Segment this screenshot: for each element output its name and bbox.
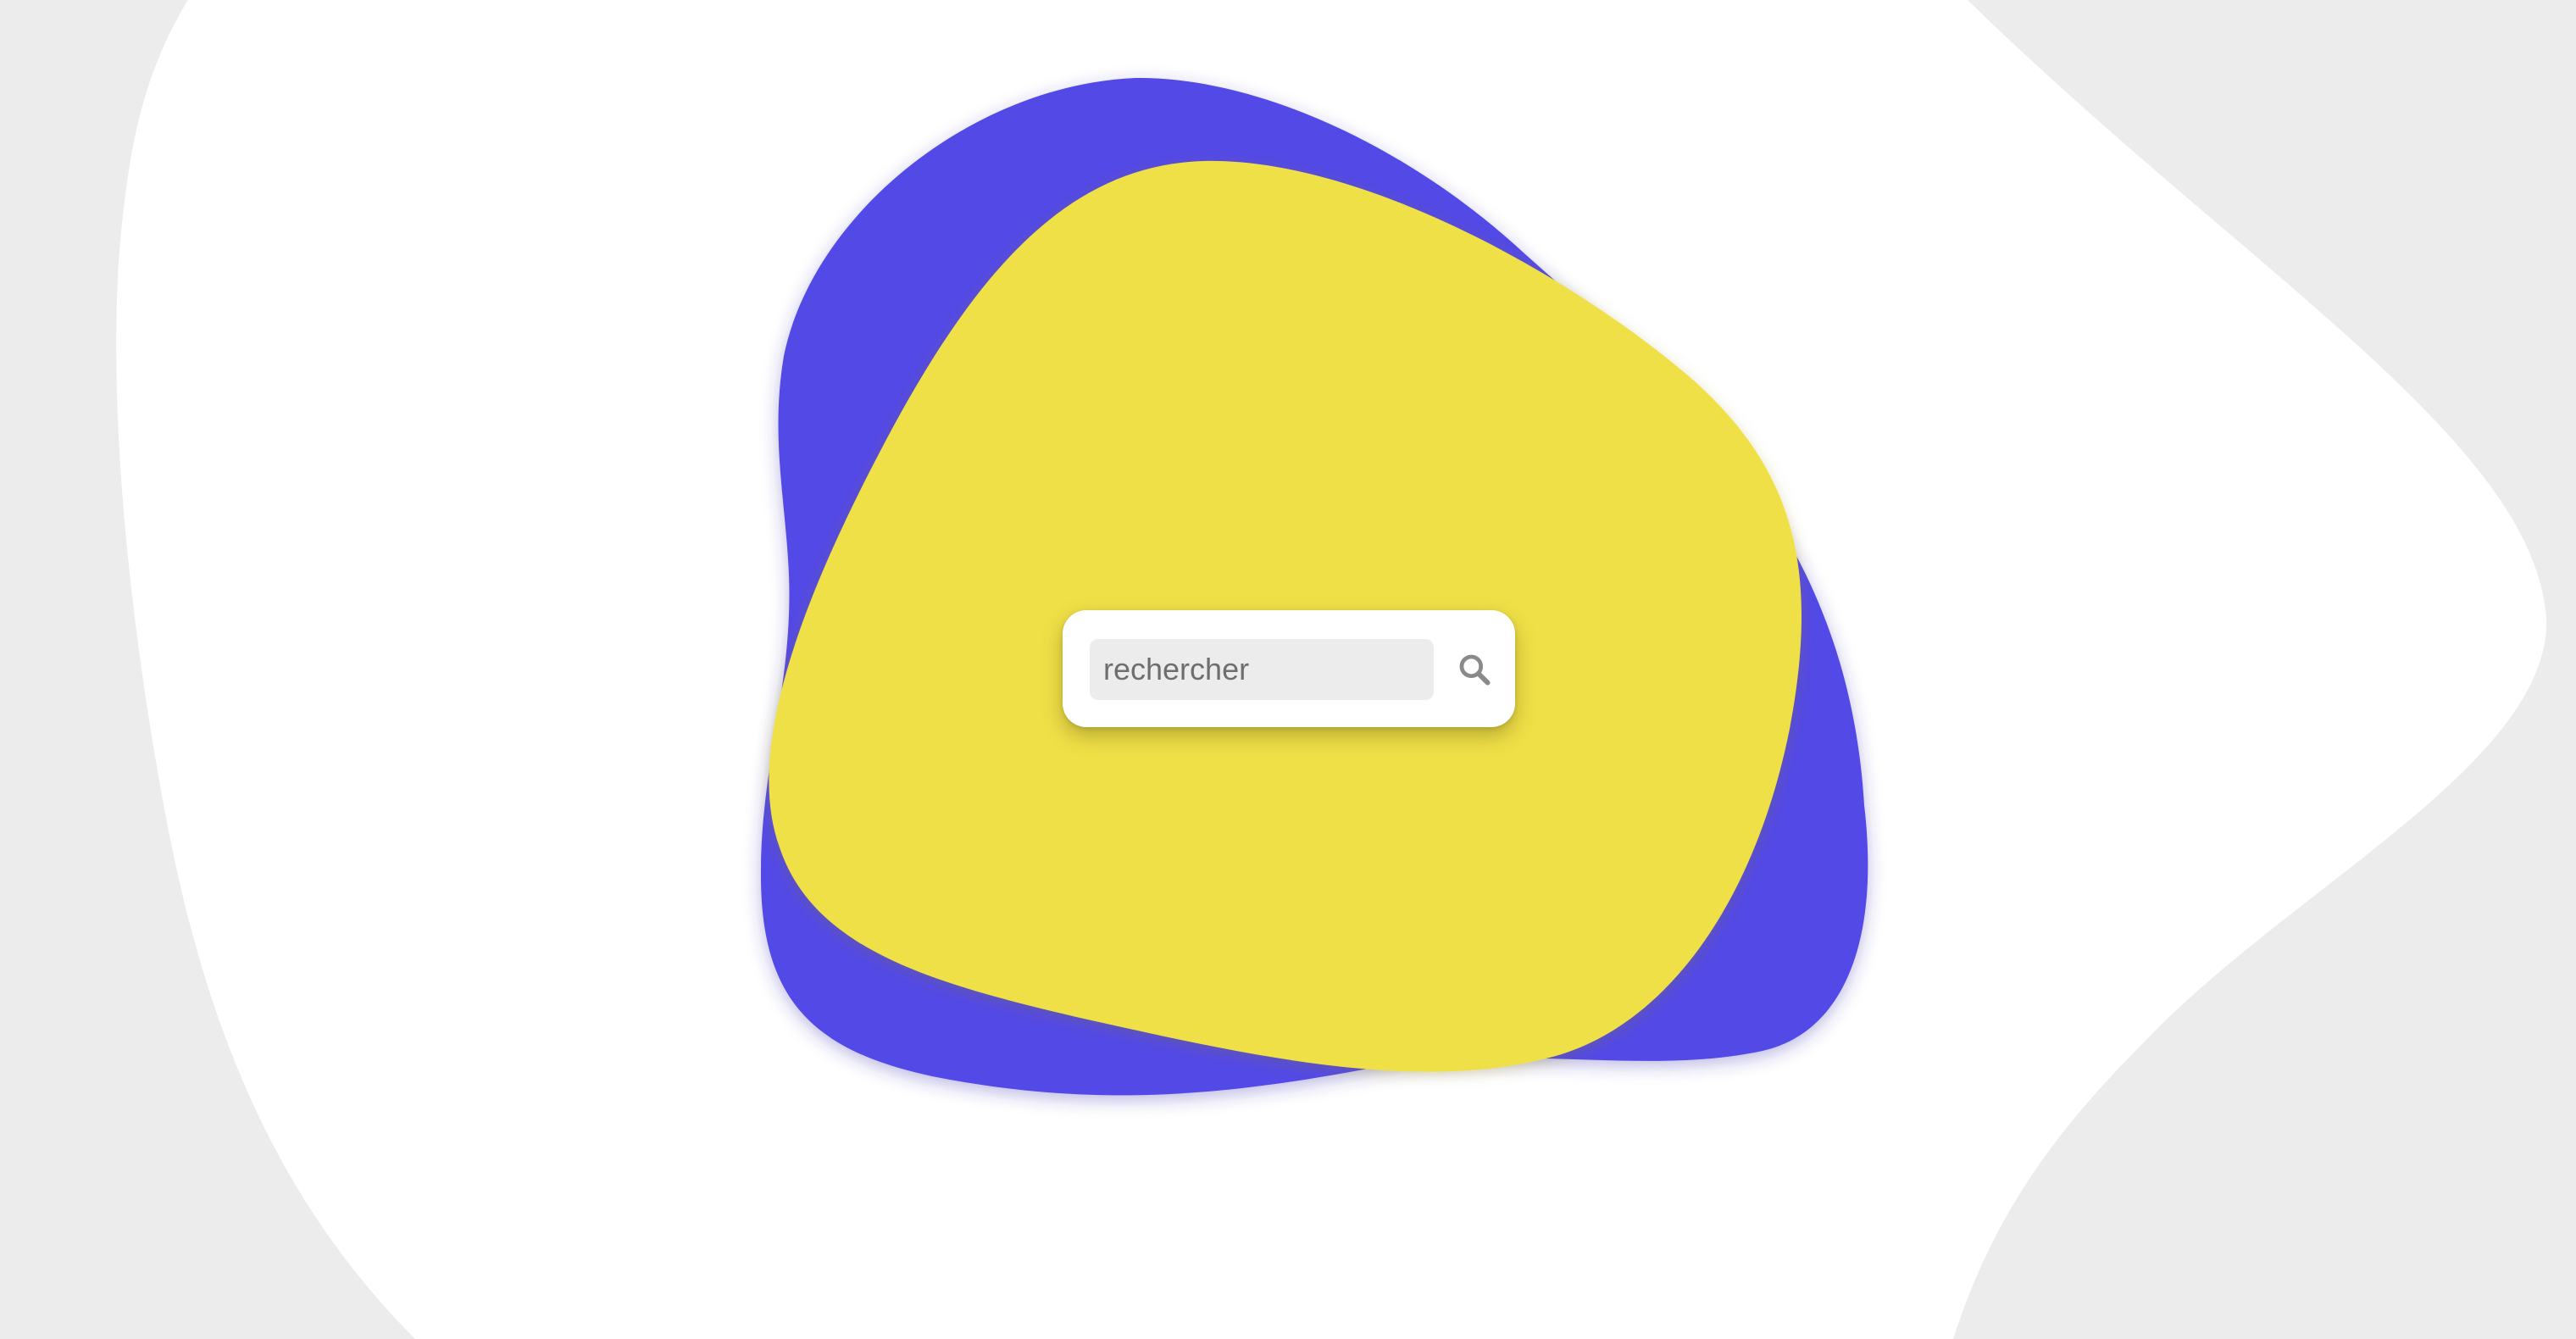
search-button[interactable] xyxy=(1444,639,1505,700)
search-icon xyxy=(1459,654,1491,686)
page-stage xyxy=(0,0,2576,1339)
search-input[interactable] xyxy=(1090,639,1434,700)
search-card xyxy=(1063,610,1515,727)
